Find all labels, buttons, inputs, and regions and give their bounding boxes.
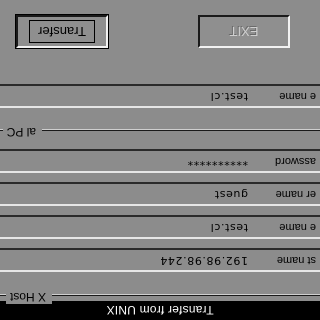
- field-password: assword **********: [0, 149, 320, 173]
- unix-file-name-label: e name: [279, 221, 316, 233]
- field-user-name: er name guest: [0, 182, 320, 206]
- local-file-name-label: e name: [279, 90, 316, 102]
- local-pc-group-divider: [0, 130, 320, 131]
- user-name-label: er name: [275, 188, 316, 200]
- field-host-name: st name 192.98.98.244: [0, 248, 320, 272]
- transfer-button[interactable]: Transfer: [16, 15, 108, 48]
- unix-host-group-label: X Host: [5, 290, 52, 304]
- field-local-file-name: e name test.cl: [0, 84, 320, 108]
- user-name-input[interactable]: guest: [214, 188, 248, 201]
- local-pc-group-label: al PC: [2, 125, 42, 139]
- password-input[interactable]: **********: [187, 155, 248, 168]
- password-label: assword: [275, 155, 316, 167]
- transfer-dialog: Transfer from UNIX X Host st name 192.98…: [0, 0, 320, 320]
- exit-button-label: EXIT: [229, 24, 259, 39]
- transfer-button-label: Transfer: [29, 20, 95, 43]
- field-unix-file-name: e name test.cl: [0, 215, 320, 239]
- local-file-name-input[interactable]: test.cl: [210, 90, 248, 103]
- host-name-input[interactable]: 192.98.98.244: [160, 254, 248, 267]
- exit-button[interactable]: EXIT: [198, 15, 290, 48]
- unix-file-name-input[interactable]: test.cl: [210, 221, 248, 234]
- host-name-label: st name: [276, 254, 316, 266]
